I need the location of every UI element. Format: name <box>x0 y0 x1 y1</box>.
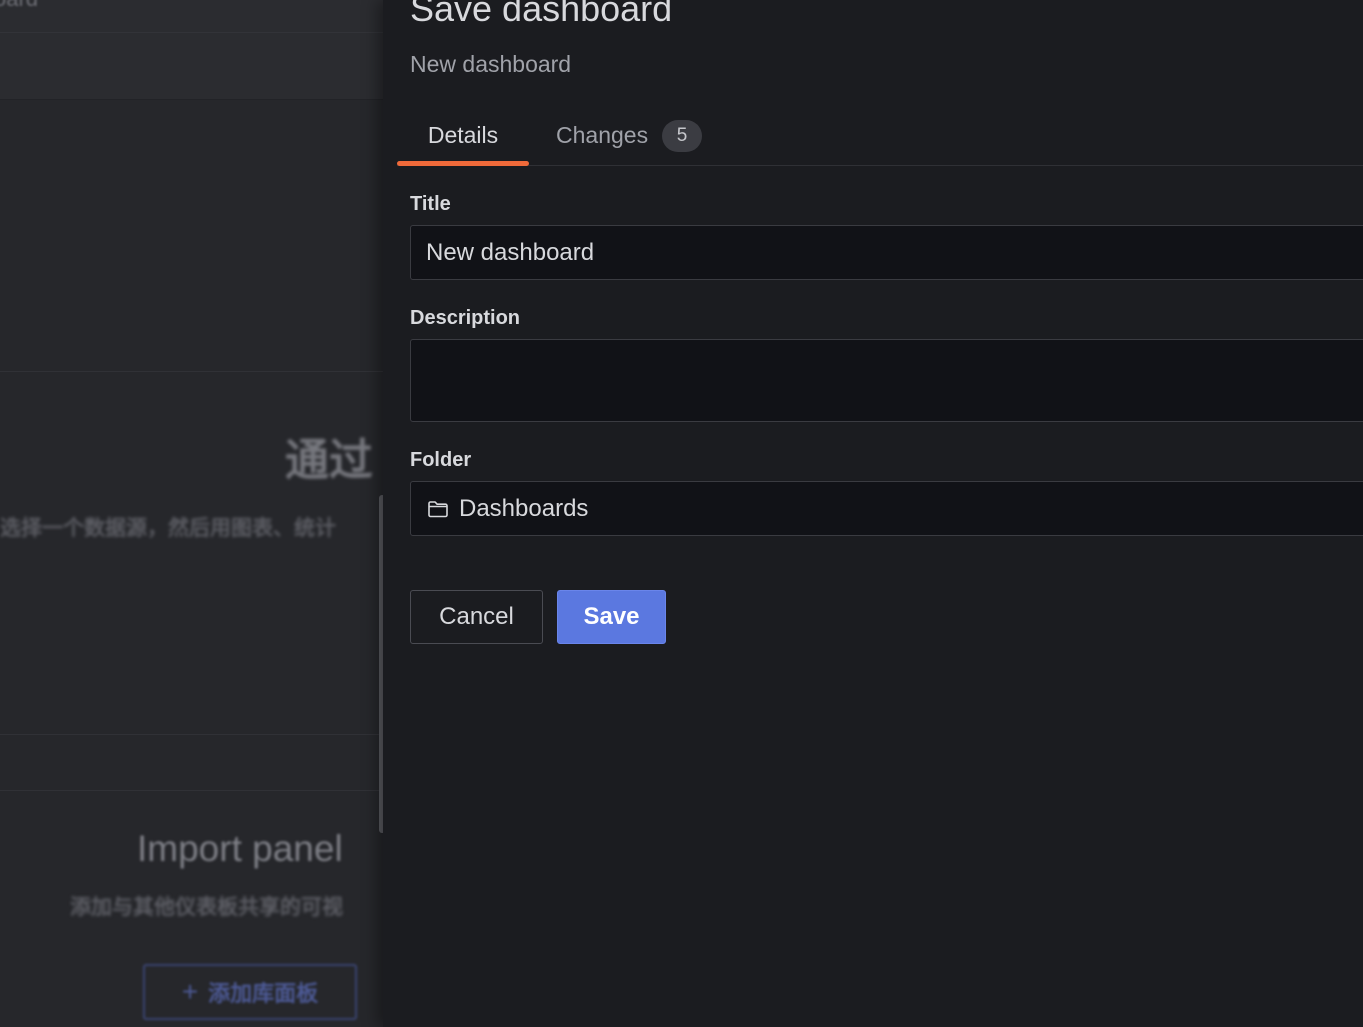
title-label: Title <box>410 193 451 215</box>
background-divider <box>0 734 383 735</box>
background-import-title: Import panel <box>137 828 343 869</box>
save-dashboard-drawer: Save dashboard New dashboard Details Cha… <box>383 0 1363 1027</box>
tab-details[interactable]: Details <box>397 106 529 166</box>
cancel-button[interactable]: Cancel <box>410 590 543 644</box>
background-breadcrumb: oard <box>0 0 38 12</box>
add-library-panel-label: 添加库面板 <box>208 981 319 1006</box>
tab-changes-label: Changes <box>556 122 649 148</box>
folder-icon <box>426 497 450 521</box>
background-toolbar-divider <box>0 32 383 33</box>
save-button[interactable]: Save <box>557 590 666 644</box>
background-import-subtext: 添加与其他仪表板共享的可视 <box>70 896 343 919</box>
description-label: Description <box>410 307 521 329</box>
folder-picker[interactable]: Dashboards <box>410 481 1363 536</box>
background-empty-heading: 通过 <box>285 436 373 485</box>
title-input[interactable]: New dashboard <box>410 225 1363 280</box>
active-tab-indicator <box>397 161 529 166</box>
plus-icon: + <box>181 976 199 1007</box>
tab-details-label: Details <box>427 122 499 148</box>
background-divider <box>0 371 383 372</box>
add-library-panel-button: + 添加库面板 <box>143 964 357 1020</box>
changes-count-badge: 5 <box>662 119 703 152</box>
drawer-tabs: Details Changes 5 <box>397 106 1363 166</box>
description-textarea[interactable] <box>410 339 1363 422</box>
drawer-subtitle: New dashboard <box>410 51 572 77</box>
background-dashboard: oard 通过 选择一个数据源，然后用图表、统计 Import panel 添加… <box>0 0 383 1027</box>
folder-value: Dashboards <box>459 494 589 522</box>
background-empty-subtext: 选择一个数据源，然后用图表、统计 <box>0 517 336 540</box>
background-toolbar: oard <box>0 0 383 100</box>
folder-label: Folder <box>410 449 472 471</box>
background-divider <box>0 790 383 791</box>
drawer-title: Save dashboard <box>410 0 673 29</box>
tab-changes[interactable]: Changes 5 <box>556 106 703 165</box>
title-input-value: New dashboard <box>426 238 595 266</box>
